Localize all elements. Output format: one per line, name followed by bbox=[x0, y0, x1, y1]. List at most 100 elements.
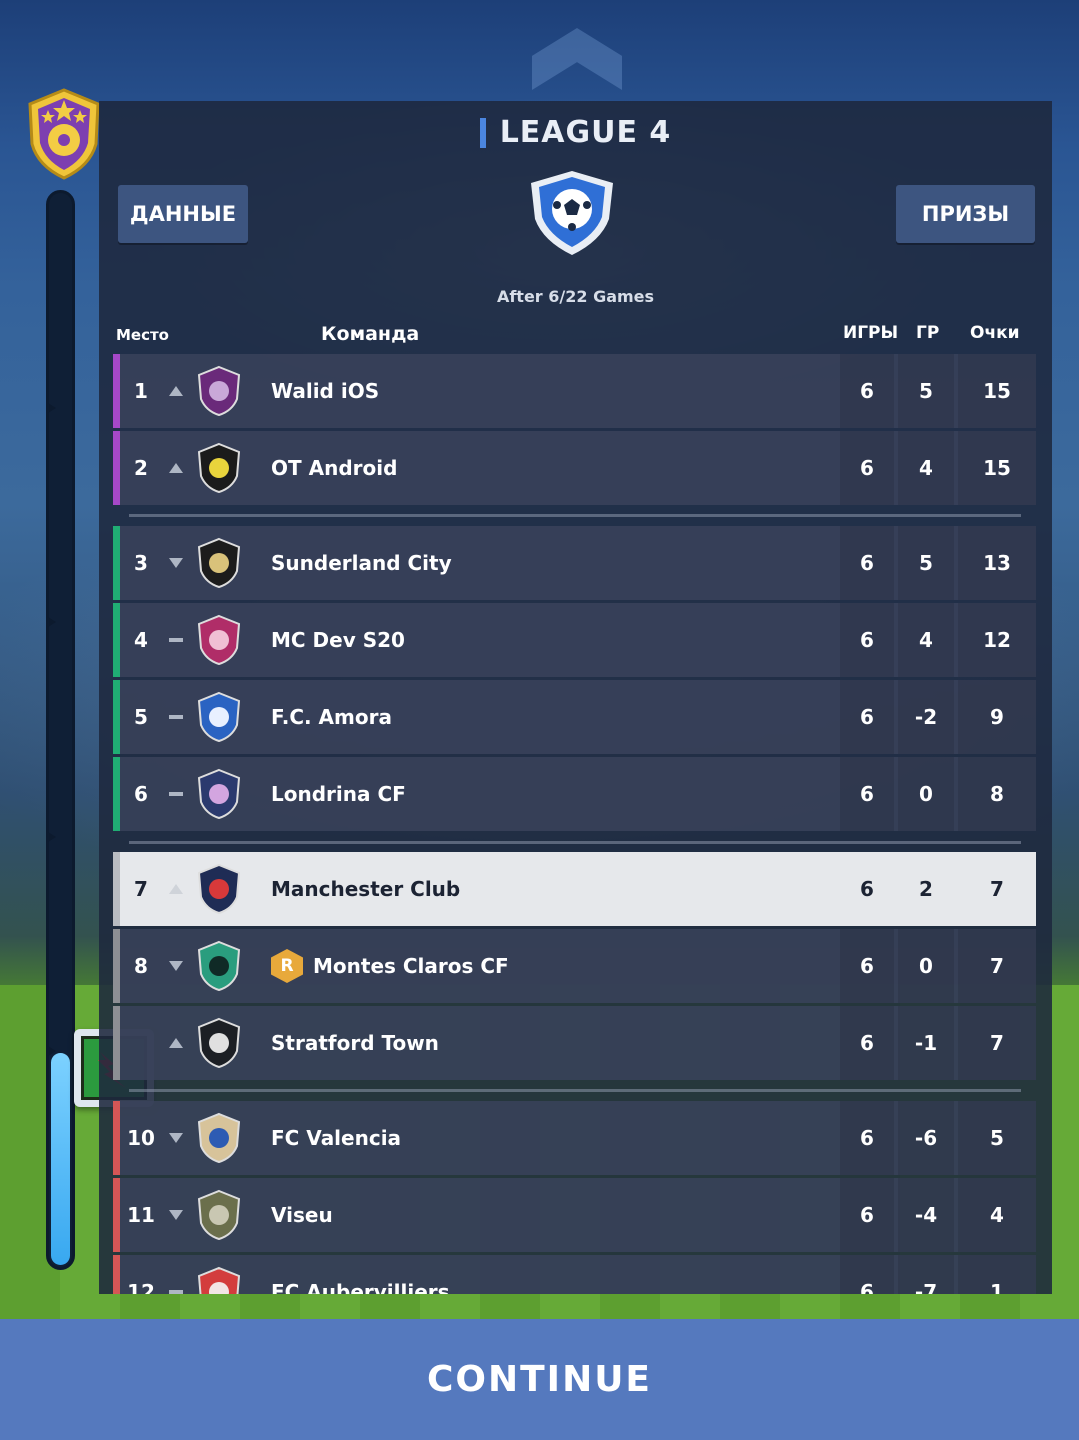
team-name-label: Londrina CF bbox=[271, 782, 406, 806]
table-row[interactable]: 7 Manchester Club 6 2 7 bbox=[113, 852, 1036, 926]
zone-stripe bbox=[113, 852, 120, 926]
team-name: Sunderland City bbox=[271, 551, 452, 575]
trend-up-icon bbox=[169, 884, 183, 894]
row-position: 12 bbox=[127, 1280, 155, 1294]
team-name: Stratford Town bbox=[271, 1031, 439, 1055]
zone-separator bbox=[129, 841, 1021, 844]
league-title: LEAGUE 4 bbox=[499, 115, 672, 150]
team-name-label: MC Dev S20 bbox=[271, 628, 405, 652]
points-cell: 15 bbox=[958, 354, 1036, 428]
league-4-shield-icon bbox=[531, 171, 613, 255]
goal-diff-cell: 0 bbox=[898, 757, 954, 831]
trend-down-icon bbox=[169, 961, 183, 971]
points-cell: 4 bbox=[958, 1178, 1036, 1252]
crest-black-gold-icon bbox=[197, 537, 241, 589]
zone-stripe bbox=[113, 354, 120, 428]
row-position: 2 bbox=[134, 456, 148, 480]
games-cell: 6 bbox=[840, 354, 894, 428]
games-cell: 6 bbox=[840, 526, 894, 600]
table-row[interactable]: 2 OT Android 6 4 15 bbox=[113, 431, 1036, 505]
row-position: 5 bbox=[134, 705, 148, 729]
points-cell: 7 bbox=[958, 929, 1036, 1003]
goal-diff-cell: 4 bbox=[898, 603, 954, 677]
row-position: 11 bbox=[127, 1203, 155, 1227]
league-progress-rail bbox=[46, 190, 75, 1270]
scroll-up-arrow-icon[interactable] bbox=[532, 28, 622, 90]
team-name: R Montes Claros CF bbox=[271, 949, 509, 983]
team-name-label: Viseu bbox=[271, 1203, 333, 1227]
continue-button[interactable]: CONTINUE bbox=[0, 1319, 1079, 1440]
table-row[interactable]: 8 R Montes Claros CF 6 0 7 bbox=[113, 929, 1036, 1003]
zone-stripe bbox=[113, 526, 120, 600]
team-name-label: Manchester Club bbox=[271, 877, 461, 901]
table-row[interactable]: Stratford Town 6 -1 7 bbox=[113, 1006, 1036, 1080]
trend-down-icon bbox=[169, 1133, 183, 1143]
table-row[interactable]: 11 Viseu 6 -4 4 bbox=[113, 1178, 1036, 1252]
zone-stripe bbox=[113, 1178, 120, 1252]
points-cell: 12 bbox=[958, 603, 1036, 677]
points-cell: 1 bbox=[958, 1255, 1036, 1294]
trend-up-icon bbox=[169, 1038, 183, 1048]
crest-ball-flag-icon bbox=[197, 1112, 241, 1164]
games-cell: 6 bbox=[840, 431, 894, 505]
row-position: 8 bbox=[134, 954, 148, 978]
row-position: 7 bbox=[134, 877, 148, 901]
trend-down-icon bbox=[169, 1210, 183, 1220]
crest-blue-wings-icon bbox=[197, 691, 241, 743]
crest-green-bull-icon bbox=[197, 940, 241, 992]
column-header-team[interactable]: Команда bbox=[321, 323, 419, 345]
league-title-wrap: LEAGUE 4 bbox=[99, 115, 1052, 150]
games-cell: 6 bbox=[840, 1006, 894, 1080]
games-cell: 6 bbox=[860, 877, 874, 901]
table-row[interactable]: 6 Londrina CF 6 0 8 bbox=[113, 757, 1036, 831]
points-cell: 5 bbox=[958, 1101, 1036, 1175]
games-cell: 6 bbox=[840, 1255, 894, 1294]
games-cell: 6 bbox=[840, 1101, 894, 1175]
league-table-panel: LEAGUE 4 ДАННЫЕ ПРИЗЫ After 6/22 Games М… bbox=[99, 101, 1052, 1294]
points-cell: 8 bbox=[958, 757, 1036, 831]
points-cell: 7 bbox=[990, 877, 1004, 901]
row-position: 6 bbox=[134, 782, 148, 806]
zone-stripe bbox=[113, 1006, 120, 1080]
goal-diff-cell: 5 bbox=[898, 354, 954, 428]
row-position: 4 bbox=[134, 628, 148, 652]
points-cell: 9 bbox=[958, 680, 1036, 754]
team-name: Londrina CF bbox=[271, 782, 406, 806]
title-accent-bar bbox=[479, 117, 486, 148]
team-name-label: F.C. Amora bbox=[271, 705, 392, 729]
zone-stripe bbox=[113, 431, 120, 505]
table-row[interactable]: 1 Walid iOS 6 5 15 bbox=[113, 354, 1036, 428]
crest-pink-crown-icon bbox=[197, 614, 241, 666]
zone-stripe bbox=[113, 1101, 120, 1175]
zone-separator bbox=[129, 1089, 1021, 1092]
zone-separator bbox=[129, 514, 1021, 517]
crest-elephant-icon bbox=[197, 768, 241, 820]
goal-diff-cell: 5 bbox=[898, 526, 954, 600]
games-cell: 6 bbox=[840, 1178, 894, 1252]
trend-up-icon bbox=[169, 463, 183, 473]
crest-red-white-icon bbox=[197, 1266, 241, 1294]
table-row[interactable]: 4 MC Dev S20 6 4 12 bbox=[113, 603, 1036, 677]
points-cell: 7 bbox=[958, 1006, 1036, 1080]
column-header-place[interactable]: Место bbox=[116, 326, 169, 344]
trend-same-icon bbox=[169, 792, 183, 796]
team-name: MC Dev S20 bbox=[271, 628, 405, 652]
data-button[interactable]: ДАННЫЕ bbox=[118, 185, 248, 243]
table-row[interactable]: 10 FC Valencia 6 -6 5 bbox=[113, 1101, 1036, 1175]
team-name: OT Android bbox=[271, 456, 397, 480]
table-row[interactable]: 3 Sunderland City 6 5 13 bbox=[113, 526, 1036, 600]
table-row[interactable]: 12 FC Aubervilliers 6 -7 1 bbox=[113, 1255, 1036, 1294]
goal-diff-cell: 2 bbox=[919, 877, 933, 901]
trend-down-icon bbox=[169, 558, 183, 568]
row-position: 10 bbox=[127, 1126, 155, 1150]
column-header-games[interactable]: ИГРЫ bbox=[843, 323, 898, 343]
column-header-points[interactable]: Очки bbox=[970, 323, 1020, 343]
column-header-goal-diff[interactable]: ГР bbox=[916, 323, 939, 343]
trend-same-icon bbox=[169, 1290, 183, 1294]
team-name-label: Sunderland City bbox=[271, 551, 452, 575]
prizes-button[interactable]: ПРИЗЫ bbox=[896, 185, 1035, 243]
row-position: 1 bbox=[134, 379, 148, 403]
table-row[interactable]: 5 F.C. Amora 6 -2 9 bbox=[113, 680, 1036, 754]
zone-stripe bbox=[113, 603, 120, 677]
league-badge-icon bbox=[28, 88, 100, 180]
